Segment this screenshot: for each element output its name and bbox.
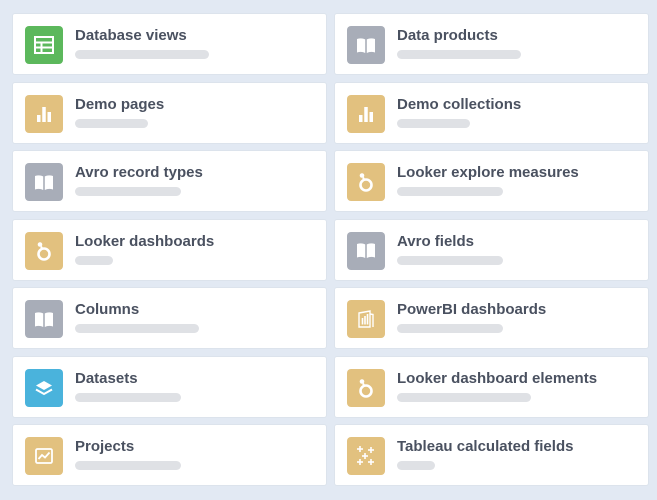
placeholder-bar xyxy=(75,392,181,402)
looker-icon xyxy=(347,368,385,407)
table-icon xyxy=(25,26,63,64)
bar-chart-icon xyxy=(347,94,385,133)
catalog-grid: Database views Data products Demo pages Dem… xyxy=(12,13,657,486)
card-projects[interactable]: Projects xyxy=(12,424,327,486)
card-looker-explore-measures[interactable]: Looker explore measures xyxy=(334,150,649,212)
card-label: Columns xyxy=(75,301,140,318)
placeholder-bar xyxy=(75,118,148,128)
card-label: Data products xyxy=(397,27,498,44)
card-avro-fields[interactable]: Avro fields xyxy=(334,218,649,281)
card-label: Database views xyxy=(75,27,187,44)
card-columns[interactable]: Columns xyxy=(12,287,327,349)
card-datasets[interactable]: Datasets xyxy=(12,355,327,418)
placeholder-bar xyxy=(397,50,521,59)
card-label: Avro record types xyxy=(75,164,203,181)
card-label: Demo pages xyxy=(75,95,165,113)
placeholder-bar xyxy=(75,187,181,196)
book-icon xyxy=(347,231,385,270)
card-label: Demo collections xyxy=(397,95,522,113)
card-database-views[interactable]: Database views xyxy=(12,13,327,75)
card-tableau-calculated-fields[interactable]: Tableau calculated fields xyxy=(334,424,649,486)
book-icon xyxy=(25,300,63,338)
card-label: PowerBI dashboards xyxy=(397,301,547,318)
card-demo-pages[interactable]: Demo pages xyxy=(12,81,327,144)
placeholder-bar xyxy=(397,187,503,196)
placeholder-bar xyxy=(75,461,181,470)
card-data-products[interactable]: Data products xyxy=(334,13,649,75)
looker-icon xyxy=(25,231,63,270)
placeholder-bar xyxy=(75,255,113,265)
placeholder-bar xyxy=(397,324,503,333)
powerbi-icon xyxy=(347,300,385,338)
card-powerbi-dashboards[interactable]: PowerBI dashboards xyxy=(334,287,649,349)
card-demo-collections[interactable]: Demo collections xyxy=(334,81,649,144)
line-chart-icon xyxy=(25,437,63,475)
placeholder-bar xyxy=(397,392,531,402)
placeholder-bar xyxy=(397,461,435,470)
card-label: Avro fields xyxy=(397,232,474,250)
card-looker-dashboards[interactable]: Looker dashboards xyxy=(12,218,327,281)
layers-icon xyxy=(25,368,63,407)
card-label: Tableau calculated fields xyxy=(397,438,574,455)
card-label: Looker dashboards xyxy=(75,232,215,250)
card-label: Looker explore measures xyxy=(397,164,579,181)
book-icon xyxy=(25,163,63,201)
book-icon xyxy=(347,26,385,64)
placeholder-bar xyxy=(397,255,503,265)
card-avro-record-types[interactable]: Avro record types xyxy=(12,150,327,212)
looker-icon xyxy=(347,163,385,201)
placeholder-bar xyxy=(397,118,470,128)
bar-chart-icon xyxy=(25,94,63,133)
placeholder-bar xyxy=(75,324,199,333)
card-label: Projects xyxy=(75,438,135,455)
card-label: Looker dashboard elements xyxy=(397,369,598,387)
card-label: Datasets xyxy=(75,369,138,387)
card-looker-dashboard-elements[interactable]: Looker dashboard elements xyxy=(334,355,649,418)
placeholder-bar xyxy=(75,50,209,59)
sparkles-icon xyxy=(347,437,385,475)
